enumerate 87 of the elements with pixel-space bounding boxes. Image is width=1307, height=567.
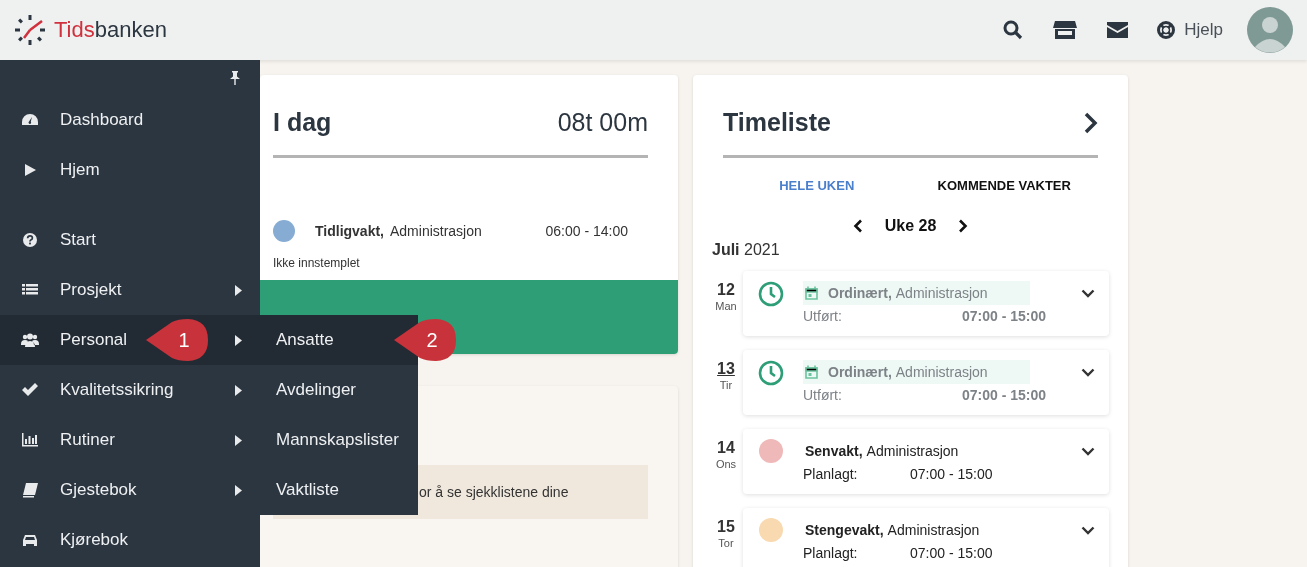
clock-logo-icon (14, 14, 46, 46)
tab[interactable]: KOMMENDE VAKTER (910, 174, 1098, 197)
lifebuoy-icon (1156, 20, 1177, 40)
user-avatar[interactable] (1247, 7, 1293, 53)
card-title: Timeliste (723, 108, 831, 137)
caret-icon (235, 434, 242, 446)
caret-icon (235, 284, 242, 296)
sidebar-item[interactable]: Kvalitetssikring (0, 365, 260, 415)
shift-department: Administrasjon (895, 285, 988, 301)
shift-department: Administrasjon (895, 364, 988, 380)
gauge-icon (20, 112, 40, 128)
submenu-item[interactable]: Mannskapslister (260, 415, 418, 465)
weekday: Tir (719, 379, 733, 391)
time-label: Planlagt: (803, 466, 859, 482)
day-number: 13 (717, 360, 735, 378)
list-icon (20, 282, 40, 298)
chevron-left-icon[interactable] (852, 219, 863, 233)
time-label: Utført: (803, 308, 843, 324)
calendar-icon (805, 286, 818, 300)
shift-name: Senvakt, (805, 443, 863, 459)
chevron-right-icon[interactable] (1084, 111, 1098, 134)
shift-time: 06:00 - 14:00 (545, 223, 628, 239)
sidebar-item[interactable]: Prosjekt (0, 265, 260, 315)
shift-time: 07:00 - 15:00 (962, 308, 1047, 324)
clock-icon (758, 360, 784, 386)
clock-icon (758, 281, 784, 307)
sidebar-item[interactable]: Hjem (0, 145, 260, 195)
shift-entry[interactable]: Stengevakt, Administrasjon Planlagt: 07:00 - 15:00 (743, 508, 1109, 567)
caret-icon (235, 334, 242, 346)
day-number: 14 (717, 439, 735, 457)
step-marker: 2 (392, 318, 458, 362)
check-icon (20, 382, 40, 398)
sidebar-item[interactable]: Dashboard (0, 95, 260, 145)
time-label: Utført: (803, 387, 843, 403)
chevron-down-icon[interactable] (1081, 526, 1095, 535)
shift-time: 07:00 - 15:00 (910, 545, 993, 561)
shift-name: Stengevakt, (805, 522, 884, 538)
shift-time: 07:00 - 15:00 (910, 466, 993, 482)
shift-time: 07:00 - 15:00 (962, 387, 1047, 403)
weekday: Tor (718, 537, 734, 549)
caret-icon (235, 384, 242, 396)
chevron-down-icon[interactable] (1081, 368, 1095, 377)
sidebar-item[interactable]: Gjestebok (0, 465, 260, 515)
pin-icon[interactable] (230, 70, 240, 85)
tab[interactable]: HELE UKEN (723, 174, 911, 197)
shift-department: Administrasjon (390, 223, 482, 239)
sidebar-item[interactable]: Kjørebok (0, 515, 260, 565)
shift-name: Ordinært, (828, 364, 892, 380)
month-label: Juli 2021 (712, 241, 781, 259)
logo-text: Tidsbanken (54, 17, 167, 43)
week-label: Uke 28 (884, 217, 937, 235)
sidebar-item[interactable]: Start (0, 215, 260, 265)
calendar-icon (805, 365, 818, 379)
shift-entry[interactable]: Senvakt, Administrasjon Planlagt: 07:00 - 15:00 (743, 429, 1109, 494)
time-label: Planlagt: (803, 545, 859, 561)
clock-in-status: Ikke innstemplet (273, 256, 361, 270)
car-icon (20, 532, 40, 548)
book-icon (20, 482, 40, 498)
chevron-right-icon[interactable] (958, 219, 969, 233)
submenu-item[interactable]: Vaktliste (260, 465, 418, 515)
shift-name: Ordinært, (828, 285, 892, 301)
store-icon[interactable] (1053, 20, 1078, 40)
shift-department: Administrasjon (887, 522, 980, 538)
day-number: 15 (717, 518, 735, 536)
chevron-down-icon[interactable] (1081, 447, 1095, 456)
caret-icon (235, 484, 242, 496)
step-marker: 1 (144, 318, 210, 362)
day-number: 12 (717, 281, 735, 299)
submenu-item[interactable]: Avdelinger (260, 365, 418, 415)
mail-icon[interactable] (1107, 22, 1129, 38)
weekday: Man (715, 300, 737, 312)
notice-text: or å se sjekklistene dine (419, 484, 569, 500)
card-title: I dag (273, 108, 332, 137)
submenu-item[interactable]: Ansatte (260, 315, 418, 365)
shift-entry[interactable]: Ordinært, Administrasjon Utført: 07:00 - 15:00 (743, 350, 1109, 415)
total-hours: 08t 00m (557, 108, 648, 137)
help-icon (20, 232, 40, 248)
sidebar-item[interactable]: Rutiner (0, 415, 260, 465)
users-icon (20, 332, 40, 348)
weekday: Ons (715, 458, 737, 470)
shift-department: Administrasjon (866, 443, 959, 459)
help-link[interactable]: Hjelp (1156, 20, 1223, 40)
shift-entry[interactable]: Ordinært, Administrasjon Utført: 07:00 - 15:00 (743, 271, 1109, 336)
bar-chart-icon (20, 432, 40, 448)
chevron-down-icon[interactable] (1081, 289, 1095, 298)
shift-name: Tidligvakt, (315, 223, 384, 239)
search-icon[interactable] (1003, 20, 1024, 40)
